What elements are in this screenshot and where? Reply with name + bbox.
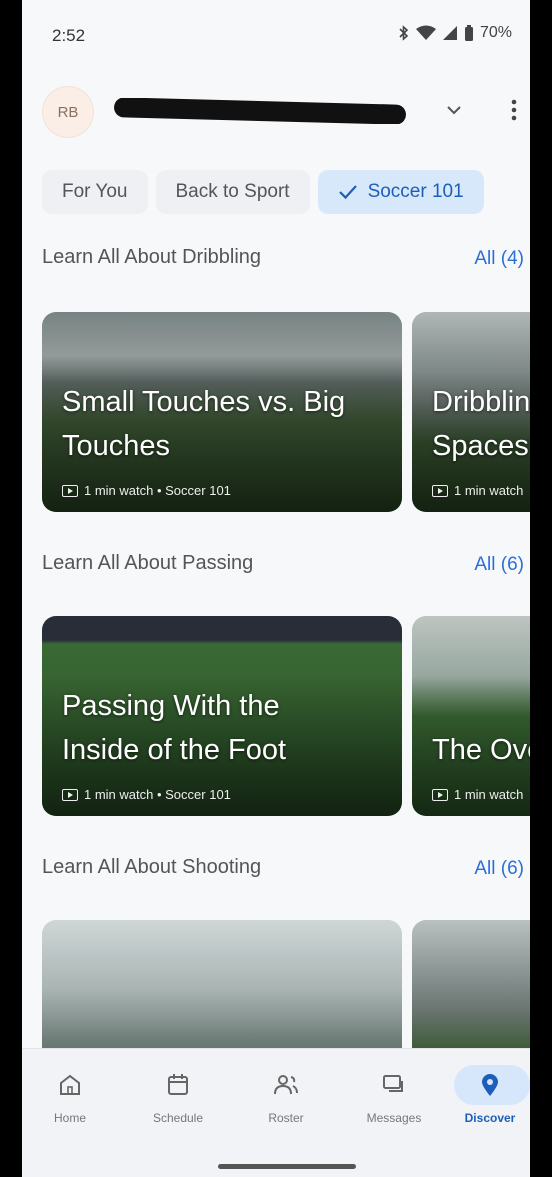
see-all-dribbling-link[interactable]: All (4)	[474, 248, 524, 270]
avatar[interactable]: RB	[42, 86, 94, 138]
chip-back-to-sport[interactable]: Back to Sport	[155, 170, 310, 214]
redacted-team-name	[114, 98, 407, 124]
nav-discover[interactable]: Discover	[450, 1065, 530, 1125]
nav-messages[interactable]: Messages	[354, 1071, 434, 1125]
nav-schedule[interactable]: Schedule	[138, 1071, 218, 1125]
battery-icon	[464, 24, 473, 41]
filter-chips: For You Back to Sport Soccer 101	[42, 170, 484, 214]
team-selector[interactable]: ...	[114, 98, 414, 124]
video-title: Passing With the Inside of the Foot	[62, 690, 287, 766]
video-icon	[432, 484, 448, 497]
wifi-icon	[415, 25, 436, 40]
location-pin-icon	[482, 1074, 498, 1096]
team-header: RB ...	[22, 78, 530, 142]
video-meta: 1 min watch	[432, 787, 523, 802]
home-indicator[interactable]	[218, 1164, 356, 1169]
signal-icon	[442, 26, 457, 40]
chip-for-you[interactable]: For You	[42, 170, 148, 214]
home-icon	[60, 1074, 80, 1095]
bottom-navigation: Home Schedule Roster Messages Discover	[22, 1048, 530, 1177]
more-options-icon[interactable]	[502, 96, 526, 124]
video-icon	[62, 484, 78, 497]
nav-roster[interactable]: Roster	[246, 1071, 326, 1125]
status-bar: 2:52 70%	[22, 0, 530, 70]
video-icon	[432, 788, 448, 801]
chat-icon	[383, 1075, 403, 1092]
phone-screen: 2:52 70% RB ... For You Back to Sport So…	[22, 0, 530, 1177]
status-icons: 70%	[398, 24, 512, 42]
video-meta: 1 min watch	[432, 483, 523, 498]
video-title: The Ove	[432, 733, 530, 766]
chevron-down-icon[interactable]	[442, 98, 466, 122]
see-all-shooting-link[interactable]: All (6)	[474, 858, 524, 880]
section-title-shooting: Learn All About Shooting	[42, 856, 262, 878]
chip-soccer-101[interactable]: Soccer 101	[317, 170, 484, 214]
battery-level: 70%	[479, 24, 512, 41]
video-card[interactable]: The Ove 1 min watch	[412, 616, 530, 816]
bluetooth-icon	[399, 25, 409, 41]
status-time: 2:52	[52, 26, 86, 45]
video-icon	[62, 788, 78, 801]
section-title-passing: Learn All About Passing	[42, 552, 254, 574]
video-title: Small Touches vs. Big Touches	[62, 386, 346, 462]
see-all-passing-link[interactable]: All (6)	[474, 554, 524, 576]
section-title-dribbling: Learn All About Dribbling	[42, 246, 262, 268]
people-icon	[274, 1075, 298, 1095]
video-card[interactable]: Passing With the Inside of the Foot 1 mi…	[42, 616, 402, 816]
calendar-icon	[168, 1074, 188, 1095]
nav-home[interactable]: Home	[30, 1071, 110, 1125]
check-icon	[338, 185, 357, 200]
video-meta: 1 min watch • Soccer 101	[62, 483, 231, 498]
video-card[interactable]: Dribbling Spaces 1 min watch	[412, 312, 530, 512]
video-meta: 1 min watch • Soccer 101	[62, 787, 231, 802]
video-title: Dribbling Spaces	[432, 386, 530, 462]
video-card[interactable]: Small Touches vs. Big Touches 1 min watc…	[42, 312, 402, 512]
